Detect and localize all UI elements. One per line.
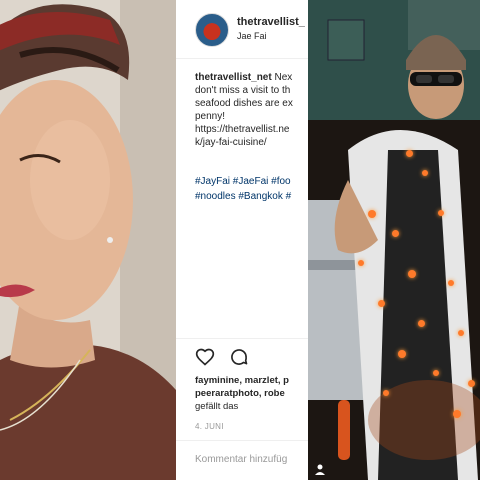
caption-link-1[interactable]: https://thetravellist.ne [195, 123, 308, 136]
caption-line-4: penny! [195, 111, 226, 122]
spark [398, 350, 406, 358]
post-username[interactable]: thetravellist_ [237, 16, 305, 28]
spark [453, 410, 461, 418]
post-date: 4. JUNI [195, 422, 224, 431]
spark [422, 170, 428, 176]
post-location[interactable]: Jae Fai [237, 31, 267, 41]
caption-text: Nex [274, 72, 293, 83]
spark [406, 150, 413, 157]
caption-link-2[interactable]: k/jay-fai-cuisine/ [195, 136, 308, 149]
likes-users-1[interactable]: fayminine, marzlet, p [195, 375, 289, 386]
likes-users-2[interactable]: peeraratphoto, robe [195, 388, 285, 399]
spark [438, 210, 444, 216]
spark [358, 260, 364, 266]
header-divider [176, 58, 308, 59]
spark [392, 230, 399, 237]
spark [458, 330, 464, 336]
spark [408, 270, 416, 278]
spark [468, 380, 475, 387]
likes-line-2[interactable]: peeraratphoto, robe [195, 387, 308, 400]
profile-icon[interactable] [314, 462, 326, 475]
post-caption: thetravellist_net Nex don't miss a visit… [195, 71, 308, 149]
caption-line-2: don't miss a visit to th [195, 85, 291, 96]
avatar[interactable] [195, 13, 229, 47]
caption-line-3: seafood dishes are ex [195, 98, 293, 109]
spark [383, 390, 389, 396]
action-bar [195, 347, 259, 367]
heart-icon[interactable] [195, 347, 215, 367]
spark [448, 280, 454, 286]
spark [378, 300, 385, 307]
hashtag-line-2[interactable]: #noodles #Bangkok # [195, 189, 308, 204]
cook-at-stove-illustration [308, 0, 480, 480]
actions-divider [176, 338, 308, 339]
caption-username[interactable]: thetravellist_net [195, 72, 272, 83]
spark [433, 370, 439, 376]
spark [368, 210, 376, 218]
woman-portrait-illustration [0, 0, 176, 480]
likes-line-1[interactable]: fayminine, marzlet, p [195, 374, 308, 387]
likes-line-3: gefällt das [195, 401, 239, 412]
comment-icon[interactable] [229, 347, 249, 367]
hashtags: #JayFai #JaeFai #foo #noodles #Bangkok # [195, 174, 308, 204]
comment-divider [176, 440, 308, 441]
hashtag-line-1[interactable]: #JayFai #JaeFai #foo [195, 174, 308, 189]
post-panel: thetravellist_ Jae Fai thetravellist_net… [176, 0, 308, 480]
right-photo [308, 0, 480, 480]
comment-input[interactable]: Kommentar hinzufüg [195, 454, 287, 465]
caption-line-1: thetravellist_net Nex [195, 71, 308, 84]
likes-text: fayminine, marzlet, p peeraratphoto, rob… [195, 374, 308, 413]
spark [418, 320, 425, 327]
left-photo [0, 0, 176, 480]
